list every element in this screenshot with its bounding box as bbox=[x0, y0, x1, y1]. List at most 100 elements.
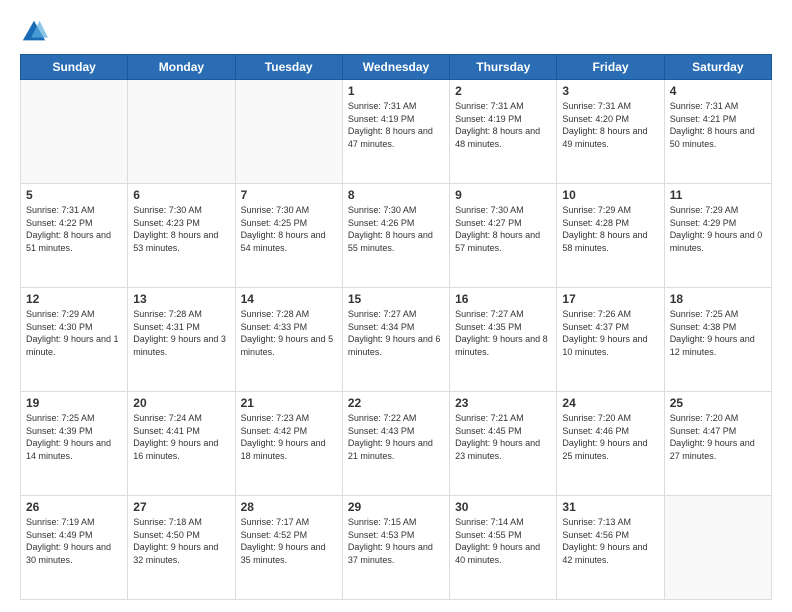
calendar-cell bbox=[664, 496, 771, 600]
week-row-0: 1 Sunrise: 7:31 AM Sunset: 4:19 PM Daylig… bbox=[21, 80, 772, 184]
day-info: Sunrise: 7:14 AM Sunset: 4:55 PM Dayligh… bbox=[455, 516, 551, 566]
calendar-cell: 5Sunrise: 7:31 AM Sunset: 4:22 PM Daylig… bbox=[21, 184, 128, 288]
calendar-cell: 13 Sunrise: 7:28 AM Sunset: 4:31 PM Dayli… bbox=[128, 288, 235, 392]
day-number: 8 bbox=[348, 188, 444, 202]
day-number: 1 bbox=[348, 84, 444, 98]
logo bbox=[20, 18, 52, 46]
day-number: 25 bbox=[670, 396, 766, 410]
header-row: SundayMondayTuesdayWednesdayThursdayFrid… bbox=[21, 55, 772, 80]
day-number: 7 bbox=[241, 188, 337, 202]
day-number: 4 bbox=[670, 84, 766, 98]
day-number: 20 bbox=[133, 396, 229, 410]
calendar-cell: 4 Sunrise: 7:31 AM Sunset: 4:21 PM Daylig… bbox=[664, 80, 771, 184]
calendar-cell: 24 Sunrise: 7:20 AM Sunset: 4:46 PM Dayli… bbox=[557, 392, 664, 496]
day-info: Sunrise: 7:29 AM Sunset: 4:28 PM Dayligh… bbox=[562, 204, 658, 254]
day-info: Sunrise: 7:27 AM Sunset: 4:35 PM Dayligh… bbox=[455, 308, 551, 358]
day-header-thursday: Thursday bbox=[450, 55, 557, 80]
day-number: 22 bbox=[348, 396, 444, 410]
day-number: 3 bbox=[562, 84, 658, 98]
calendar-cell: 15Sunrise: 7:27 AM Sunset: 4:34 PM Dayli… bbox=[342, 288, 449, 392]
day-number: 30 bbox=[455, 500, 551, 514]
calendar-cell: 27 Sunrise: 7:18 AM Sunset: 4:50 PM Dayli… bbox=[128, 496, 235, 600]
calendar-cell: 25Sunrise: 7:20 AM Sunset: 4:47 PM Dayli… bbox=[664, 392, 771, 496]
calendar-cell bbox=[21, 80, 128, 184]
calendar-cell bbox=[235, 80, 342, 184]
day-number: 15 bbox=[348, 292, 444, 306]
day-info: Sunrise: 7:28 AM Sunset: 4:33 PM Dayligh… bbox=[241, 308, 337, 358]
day-info: Sunrise: 7:30 AM Sunset: 4:27 PM Dayligh… bbox=[455, 204, 551, 254]
page: SundayMondayTuesdayWednesdayThursdayFrid… bbox=[0, 0, 792, 612]
day-header-friday: Friday bbox=[557, 55, 664, 80]
day-number: 21 bbox=[241, 396, 337, 410]
logo-icon bbox=[20, 18, 48, 46]
day-number: 2 bbox=[455, 84, 551, 98]
calendar-cell: 31Sunrise: 7:13 AM Sunset: 4:56 PM Dayli… bbox=[557, 496, 664, 600]
day-info: Sunrise: 7:28 AM Sunset: 4:31 PM Dayligh… bbox=[133, 308, 229, 358]
calendar-cell: 17 Sunrise: 7:26 AM Sunset: 4:37 PM Dayli… bbox=[557, 288, 664, 392]
day-header-wednesday: Wednesday bbox=[342, 55, 449, 80]
calendar-cell: 19 Sunrise: 7:25 AM Sunset: 4:39 PM Dayli… bbox=[21, 392, 128, 496]
day-info: Sunrise: 7:25 AM Sunset: 4:39 PM Dayligh… bbox=[26, 412, 122, 462]
day-number: 29 bbox=[348, 500, 444, 514]
calendar-cell: 16 Sunrise: 7:27 AM Sunset: 4:35 PM Dayli… bbox=[450, 288, 557, 392]
calendar-cell: 10 Sunrise: 7:29 AM Sunset: 4:28 PM Dayli… bbox=[557, 184, 664, 288]
day-number: 28 bbox=[241, 500, 337, 514]
day-info: Sunrise: 7:17 AM Sunset: 4:52 PM Dayligh… bbox=[241, 516, 337, 566]
calendar-cell: 29 Sunrise: 7:15 AM Sunset: 4:53 PM Dayli… bbox=[342, 496, 449, 600]
week-row-2: 12Sunrise: 7:29 AM Sunset: 4:30 PM Dayli… bbox=[21, 288, 772, 392]
day-info: Sunrise: 7:30 AM Sunset: 4:26 PM Dayligh… bbox=[348, 204, 444, 254]
day-number: 19 bbox=[26, 396, 122, 410]
day-info: Sunrise: 7:22 AM Sunset: 4:43 PM Dayligh… bbox=[348, 412, 444, 462]
day-number: 14 bbox=[241, 292, 337, 306]
day-info: Sunrise: 7:31 AM Sunset: 4:21 PM Dayligh… bbox=[670, 100, 766, 150]
day-number: 11 bbox=[670, 188, 766, 202]
day-number: 6 bbox=[133, 188, 229, 202]
day-number: 24 bbox=[562, 396, 658, 410]
day-info: Sunrise: 7:19 AM Sunset: 4:49 PM Dayligh… bbox=[26, 516, 122, 566]
day-info: Sunrise: 7:31 AM Sunset: 4:22 PM Dayligh… bbox=[26, 204, 122, 254]
calendar-cell: 3 Sunrise: 7:31 AM Sunset: 4:20 PM Daylig… bbox=[557, 80, 664, 184]
calendar-cell: 14 Sunrise: 7:28 AM Sunset: 4:33 PM Dayli… bbox=[235, 288, 342, 392]
day-info: Sunrise: 7:23 AM Sunset: 4:42 PM Dayligh… bbox=[241, 412, 337, 462]
day-number: 16 bbox=[455, 292, 551, 306]
calendar-cell: 1 Sunrise: 7:31 AM Sunset: 4:19 PM Daylig… bbox=[342, 80, 449, 184]
day-info: Sunrise: 7:25 AM Sunset: 4:38 PM Dayligh… bbox=[670, 308, 766, 358]
calendar-cell: 30 Sunrise: 7:14 AM Sunset: 4:55 PM Dayli… bbox=[450, 496, 557, 600]
day-info: Sunrise: 7:31 AM Sunset: 4:19 PM Dayligh… bbox=[455, 100, 551, 150]
day-number: 27 bbox=[133, 500, 229, 514]
day-info: Sunrise: 7:31 AM Sunset: 4:19 PM Dayligh… bbox=[348, 100, 444, 150]
calendar-cell: 9 Sunrise: 7:30 AM Sunset: 4:27 PM Daylig… bbox=[450, 184, 557, 288]
day-number: 12 bbox=[26, 292, 122, 306]
calendar-cell: 26 Sunrise: 7:19 AM Sunset: 4:49 PM Dayli… bbox=[21, 496, 128, 600]
day-info: Sunrise: 7:18 AM Sunset: 4:50 PM Dayligh… bbox=[133, 516, 229, 566]
calendar-table: SundayMondayTuesdayWednesdayThursdayFrid… bbox=[20, 54, 772, 600]
calendar-cell: 20 Sunrise: 7:24 AM Sunset: 4:41 PM Dayli… bbox=[128, 392, 235, 496]
calendar-cell: 11 Sunrise: 7:29 AM Sunset: 4:29 PM Dayli… bbox=[664, 184, 771, 288]
day-info: Sunrise: 7:15 AM Sunset: 4:53 PM Dayligh… bbox=[348, 516, 444, 566]
day-info: Sunrise: 7:29 AM Sunset: 4:29 PM Dayligh… bbox=[670, 204, 766, 254]
day-number: 9 bbox=[455, 188, 551, 202]
day-info: Sunrise: 7:13 AM Sunset: 4:56 PM Dayligh… bbox=[562, 516, 658, 566]
day-number: 10 bbox=[562, 188, 658, 202]
day-info: Sunrise: 7:24 AM Sunset: 4:41 PM Dayligh… bbox=[133, 412, 229, 462]
calendar-cell: 6Sunrise: 7:30 AM Sunset: 4:23 PM Daylig… bbox=[128, 184, 235, 288]
week-row-1: 5Sunrise: 7:31 AM Sunset: 4:22 PM Daylig… bbox=[21, 184, 772, 288]
calendar-cell bbox=[128, 80, 235, 184]
day-number: 26 bbox=[26, 500, 122, 514]
day-number: 13 bbox=[133, 292, 229, 306]
calendar-cell: 7 Sunrise: 7:30 AM Sunset: 4:25 PM Daylig… bbox=[235, 184, 342, 288]
day-info: Sunrise: 7:20 AM Sunset: 4:46 PM Dayligh… bbox=[562, 412, 658, 462]
calendar-cell: 22 Sunrise: 7:22 AM Sunset: 4:43 PM Dayli… bbox=[342, 392, 449, 496]
day-info: Sunrise: 7:31 AM Sunset: 4:20 PM Dayligh… bbox=[562, 100, 658, 150]
day-info: Sunrise: 7:30 AM Sunset: 4:25 PM Dayligh… bbox=[241, 204, 337, 254]
day-header-saturday: Saturday bbox=[664, 55, 771, 80]
day-header-monday: Monday bbox=[128, 55, 235, 80]
day-header-tuesday: Tuesday bbox=[235, 55, 342, 80]
week-row-4: 26 Sunrise: 7:19 AM Sunset: 4:49 PM Dayli… bbox=[21, 496, 772, 600]
calendar-cell: 8 Sunrise: 7:30 AM Sunset: 4:26 PM Daylig… bbox=[342, 184, 449, 288]
day-info: Sunrise: 7:26 AM Sunset: 4:37 PM Dayligh… bbox=[562, 308, 658, 358]
calendar-cell: 21 Sunrise: 7:23 AM Sunset: 4:42 PM Dayli… bbox=[235, 392, 342, 496]
calendar-cell: 23Sunrise: 7:21 AM Sunset: 4:45 PM Dayli… bbox=[450, 392, 557, 496]
day-number: 17 bbox=[562, 292, 658, 306]
calendar-cell: 12Sunrise: 7:29 AM Sunset: 4:30 PM Dayli… bbox=[21, 288, 128, 392]
